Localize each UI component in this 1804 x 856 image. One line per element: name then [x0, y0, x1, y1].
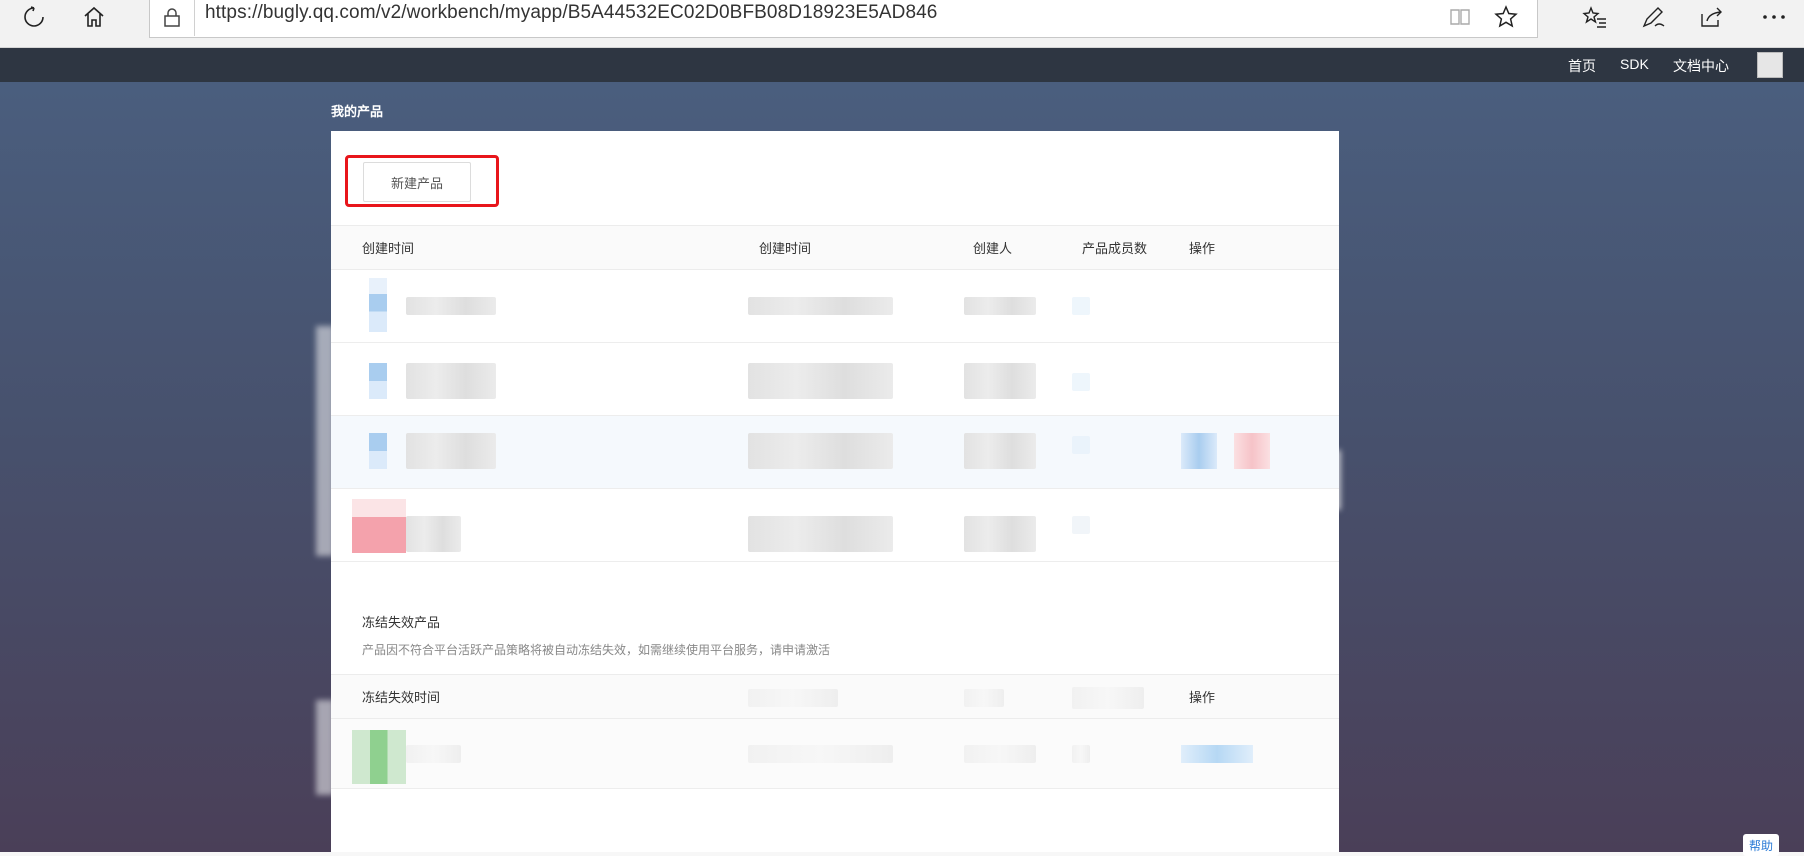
header-frozen-time: 冻结失效时间	[362, 691, 441, 706]
products-table-header: 创建时间 创建时间 创建人 产品成员数 操作	[331, 225, 1339, 270]
header-creator: 创建人	[973, 242, 1013, 257]
favorite-star-icon[interactable]	[1484, 0, 1528, 34]
member-count-blurred	[1072, 297, 1090, 315]
frozen-table-header: 冻结失效时间 操作	[331, 674, 1339, 719]
user-avatar[interactable]	[1757, 52, 1783, 78]
header-frozen-actions: 操作	[1189, 691, 1216, 706]
share-icon[interactable]	[1690, 0, 1734, 34]
app-icon	[369, 363, 387, 399]
creator-blurred	[964, 363, 1036, 399]
created-time-blurred	[748, 433, 893, 469]
site-header: 首页 SDK 文档中心	[0, 48, 1804, 82]
frozen-time-blurred	[748, 745, 893, 763]
member-count-blurred	[1072, 745, 1090, 763]
nav-sdk-link[interactable]: SDK	[1620, 56, 1649, 72]
more-options-icon[interactable]	[1752, 0, 1796, 34]
table-row[interactable]	[331, 270, 1339, 343]
created-time-blurred	[748, 516, 893, 552]
activate-action-blurred[interactable]	[1181, 745, 1253, 763]
app-icon	[369, 278, 387, 332]
header-created-time: 创建时间	[362, 242, 415, 257]
app-name-blurred	[406, 363, 496, 399]
url-text[interactable]: https://bugly.qq.com/v2/workbench/myapp/…	[205, 2, 937, 24]
table-row[interactable]	[331, 719, 1339, 789]
app-name-blurred	[406, 516, 461, 552]
header-blurred-1	[748, 689, 838, 707]
creator-blurred	[964, 745, 1036, 763]
app-icon	[369, 433, 387, 469]
delete-action-blurred[interactable]	[1234, 433, 1270, 469]
member-count-blurred	[1072, 373, 1090, 391]
frozen-section-title: 冻结失效产品	[362, 616, 441, 631]
lock-icon	[150, 0, 194, 34]
new-product-button[interactable]: 新建产品	[363, 162, 471, 202]
table-row[interactable]	[331, 343, 1339, 416]
header-blurred-2	[964, 689, 1004, 707]
page-title: 我的产品	[331, 105, 384, 120]
app-name-blurred	[406, 297, 496, 315]
nav-home-link[interactable]: 首页	[1568, 56, 1596, 76]
header-created-time-2: 创建时间	[759, 242, 812, 257]
nav-docs-link[interactable]: 文档中心	[1673, 56, 1729, 76]
favorites-list-icon[interactable]	[1573, 0, 1617, 34]
app-name-blurred	[406, 433, 496, 469]
app-name-blurred	[406, 745, 461, 763]
pen-notes-icon[interactable]	[1632, 0, 1676, 34]
action-link-blurred[interactable]	[1181, 433, 1217, 469]
home-icon[interactable]	[72, 0, 116, 34]
creator-blurred	[964, 297, 1036, 315]
app-icon	[352, 499, 406, 553]
table-row[interactable]	[331, 489, 1339, 562]
creator-blurred	[964, 433, 1036, 469]
browser-toolbar: https://bugly.qq.com/v2/workbench/myapp/…	[0, 0, 1804, 48]
member-count-blurred	[1072, 516, 1090, 534]
frozen-section-description: 产品因不符合平台活跃产品策略将被自动冻结失效，如需继续使用平台服务，请申请激活	[362, 643, 831, 657]
help-button[interactable]: 帮助	[1743, 834, 1779, 856]
products-card: 新建产品 创建时间 创建时间 创建人 产品成员数 操作 冻结失效产品 产品因不符…	[331, 131, 1339, 852]
refresh-icon[interactable]	[12, 0, 56, 34]
table-row[interactable]	[331, 416, 1339, 489]
created-time-blurred	[748, 363, 893, 399]
reading-view-icon[interactable]	[1438, 0, 1482, 34]
creator-blurred	[964, 516, 1036, 552]
member-count-blurred	[1072, 436, 1090, 454]
header-member-count: 产品成员数	[1082, 242, 1148, 257]
address-bar[interactable]: https://bugly.qq.com/v2/workbench/myapp/…	[149, 0, 1538, 38]
header-blurred-3	[1072, 687, 1144, 709]
header-actions: 操作	[1189, 242, 1216, 257]
app-icon	[352, 730, 406, 784]
created-time-blurred	[748, 297, 893, 315]
address-separator	[194, 0, 195, 36]
